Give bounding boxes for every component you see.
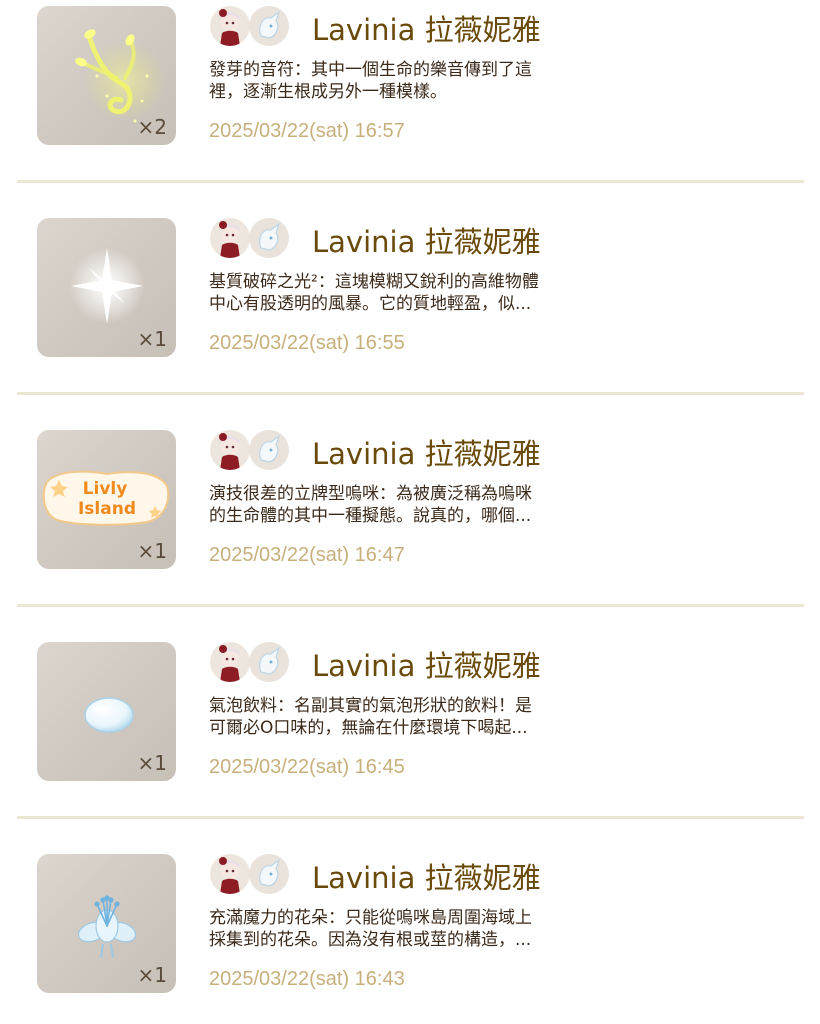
avatar[interactable] [249,430,289,470]
avatar-pair[interactable] [210,642,292,684]
description-line: 基質破碎之光²：這塊模糊又銳利的高維物體 [209,272,539,292]
pet-avatar-icon [259,646,281,675]
sender-name: Lavinia 拉薇妮雅 [312,437,541,471]
item-thumbnail[interactable]: ×1 [37,854,176,993]
description-line: 氣泡飲料：名副其實的氣泡形狀的飲料！是 [209,696,532,716]
item-thumbnail[interactable]: Livly Island ×1 [37,430,176,569]
timestamp: 2025/03/22(sat) 16:47 [209,544,405,566]
avatar[interactable] [210,430,250,470]
pet-avatar-icon [259,434,281,463]
avatar[interactable] [249,6,289,46]
sender-name: Lavinia 拉薇妮雅 [312,861,541,895]
sender-name: Lavinia 拉薇妮雅 [312,225,541,259]
item-description: 演技很差的立牌型嗚咪：為被廣泛稱為嗚咪 的生命體的其中一種擬態。說真的，哪個..… [209,483,589,527]
pet-avatar-icon [259,222,281,251]
avatar[interactable] [249,642,289,682]
pet-avatar-icon [259,10,281,39]
description-line: 可爾必O口味的，無論在什麼環境下喝起... [209,718,528,738]
item-quantity: ×1 [137,327,167,351]
item-thumbnail[interactable]: ×1 [37,218,176,357]
description-line: 充滿魔力的花朵：只能從嗚咪島周圍海域上 [209,908,532,928]
pet-avatar-icon [259,858,281,887]
avatar[interactable] [249,854,289,894]
description-line: 採集到的花朵。因為沒有根或莖的構造，... [209,930,532,950]
avatar[interactable] [210,218,250,258]
gift-entry[interactable]: ×1 Lavinia 拉薇妮雅 充滿魔力的花朵：只能從嗚咪島周圍海域上 採集到的… [0,848,820,1024]
item-thumbnail[interactable]: ×2 [37,6,176,145]
item-quantity: ×1 [137,963,167,987]
item-quantity: ×1 [137,539,167,563]
avatar-pair[interactable] [210,854,292,896]
timestamp: 2025/03/22(sat) 16:57 [209,120,405,142]
timestamp: 2025/03/22(sat) 16:45 [209,756,405,778]
divider [17,180,804,183]
divider [17,392,804,395]
item-description: 充滿魔力的花朵：只能從嗚咪島周圍海域上 採集到的花朵。因為沒有根或莖的構造，..… [209,907,589,951]
item-quantity: ×2 [137,115,167,139]
description-line: 的生命體的其中一種擬態。說真的，哪個... [209,506,532,526]
divider [17,816,804,819]
description-line: 裡，逐漸生根成另外一種模樣。 [209,82,447,102]
item-description: 發芽的音符：其中一個生命的樂音傳到了這 裡，逐漸生根成另外一種模樣。 [209,59,589,103]
item-description: 基質破碎之光²：這塊模糊又銳利的高維物體 中心有股透明的風暴。它的質地輕盈，似.… [209,271,589,315]
timestamp: 2025/03/22(sat) 16:55 [209,332,405,354]
description-line: 演技很差的立牌型嗚咪：為被廣泛稱為嗚咪 [209,484,532,504]
timestamp: 2025/03/22(sat) 16:43 [209,968,405,990]
item-thumbnail[interactable]: ×1 [37,642,176,781]
girl-avatar-icon [219,857,240,894]
sender-name: Lavinia 拉薇妮雅 [312,649,541,683]
girl-avatar-icon [219,645,240,682]
avatar[interactable] [210,854,250,894]
item-quantity: ×1 [137,751,167,775]
description-line: 中心有股透明的風暴。它的質地輕盈，似... [209,294,532,314]
sign-text: Island [78,499,136,519]
gift-history-feed: ×2 Lavinia 拉薇妮雅 發芽的音符：其中一個生命的樂音傳到了這 裡，逐漸… [0,0,820,1024]
avatar-pair[interactable] [210,218,292,260]
girl-avatar-icon [219,9,240,46]
avatar-pair[interactable] [210,6,292,48]
item-description: 氣泡飲料：名副其實的氣泡形狀的飲料！是 可爾必O口味的，無論在什麼環境下喝起..… [209,695,589,739]
avatar-pair[interactable] [210,430,292,472]
avatar[interactable] [210,642,250,682]
avatar[interactable] [249,218,289,258]
avatar[interactable] [210,6,250,46]
divider [17,604,804,607]
sign-text: Livly [83,479,128,499]
description-line: 發芽的音符：其中一個生命的樂音傳到了這 [209,60,532,80]
sender-name: Lavinia 拉薇妮雅 [312,13,541,47]
girl-avatar-icon [219,433,240,470]
girl-avatar-icon [219,221,240,258]
